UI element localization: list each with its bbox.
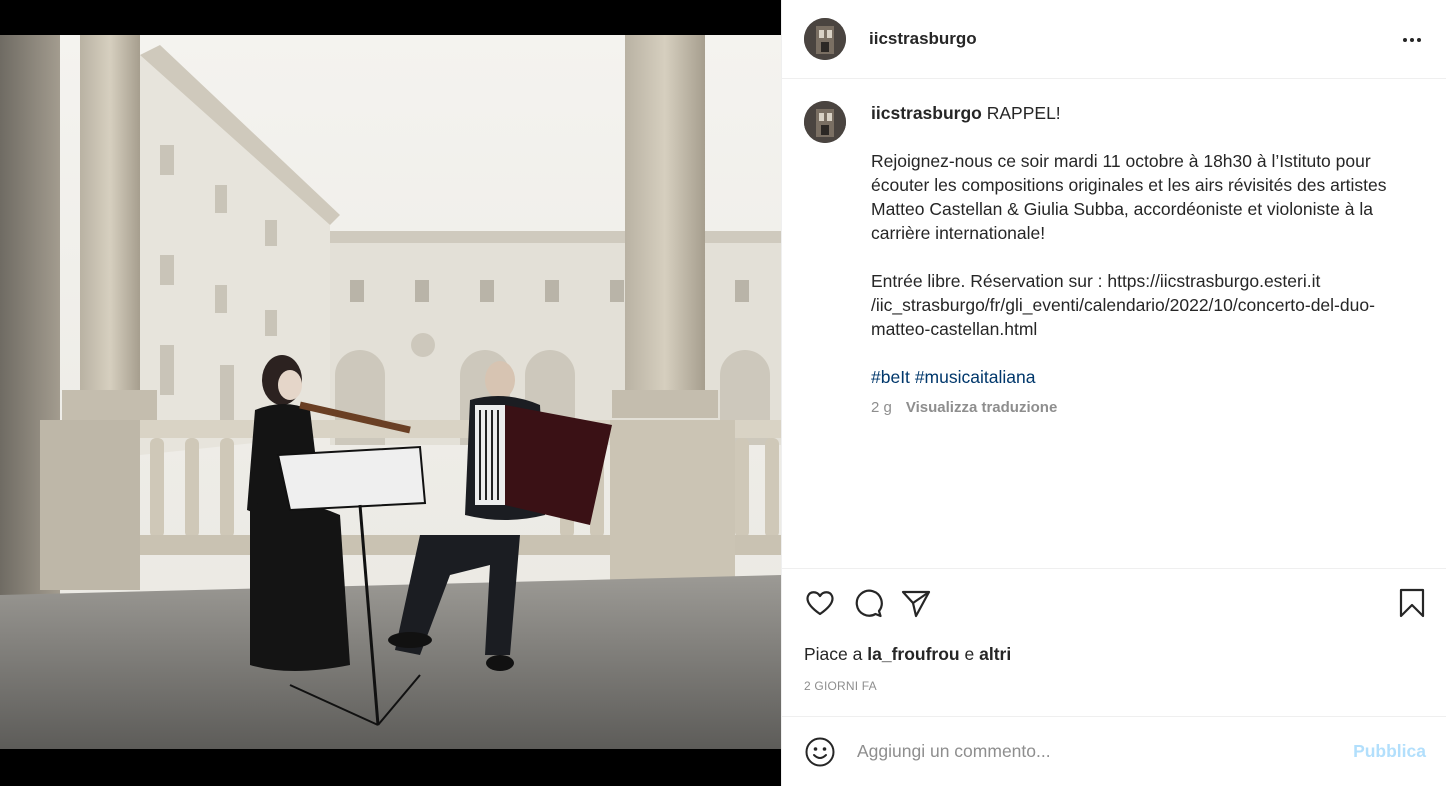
caption-paragraph-2: Entrée libre. Réservation sur : https://… bbox=[871, 271, 1375, 339]
publish-button[interactable]: Pubblica bbox=[1353, 741, 1426, 762]
post-details-panel: iicstrasburgo iicstrasburgo RAPPEL! Rejo… bbox=[781, 0, 1446, 786]
post-username[interactable]: iicstrasburgo bbox=[869, 29, 977, 49]
avatar[interactable] bbox=[804, 18, 846, 60]
caption-avatar[interactable] bbox=[804, 101, 846, 143]
likes-summary: Piace a la_froufrou e altri bbox=[804, 644, 1011, 665]
hashtags: #beIt #musicaitaliana bbox=[871, 365, 1411, 389]
more-options-icon[interactable] bbox=[1400, 28, 1424, 52]
post-header: iicstrasburgo bbox=[782, 0, 1446, 79]
concert-photo[interactable] bbox=[0, 35, 781, 749]
post-media bbox=[0, 0, 781, 786]
bookmark-icon[interactable] bbox=[1396, 587, 1428, 619]
caption-headline: RAPPEL! bbox=[986, 103, 1061, 123]
caption-body: iicstrasburgo RAPPEL! Rejoignez-nous ce … bbox=[871, 101, 1411, 420]
comment-icon[interactable] bbox=[852, 587, 884, 619]
emoji-icon[interactable] bbox=[804, 736, 836, 768]
caption-age[interactable]: 2 g bbox=[871, 396, 892, 420]
hashtag-link[interactable]: #musicaitaliana bbox=[915, 367, 1036, 387]
hashtag-link[interactable]: #beIt bbox=[871, 367, 910, 387]
likes-joiner: e bbox=[964, 644, 975, 664]
paper-plane-icon[interactable] bbox=[900, 587, 932, 619]
caption-first-line: iicstrasburgo RAPPEL! bbox=[871, 101, 1411, 125]
post-actions: Piace a la_froufrou e altri 2 GIORNI FA bbox=[782, 568, 1446, 716]
likes-prefix: Piace a bbox=[804, 644, 863, 664]
heart-icon[interactable] bbox=[804, 587, 836, 619]
translate-button[interactable]: Visualizza traduzione bbox=[906, 396, 1057, 420]
caption-section: iicstrasburgo RAPPEL! Rejoignez-nous ce … bbox=[782, 80, 1446, 568]
more-dot bbox=[1410, 38, 1414, 42]
comment-input[interactable] bbox=[857, 741, 1354, 762]
more-dot bbox=[1417, 38, 1421, 42]
caption-username[interactable]: iicstrasburgo bbox=[871, 103, 982, 123]
caption-row: iicstrasburgo RAPPEL! Rejoignez-nous ce … bbox=[804, 101, 1424, 420]
caption-paragraph-1: Rejoignez-nous ce soir mardi 11 octobre … bbox=[871, 151, 1387, 243]
action-icons bbox=[804, 587, 932, 619]
more-dot bbox=[1403, 38, 1407, 42]
caption-meta: 2 g Visualizza traduzione bbox=[871, 396, 1411, 420]
comment-bar: Pubblica bbox=[782, 716, 1446, 786]
instagram-post-view: iicstrasburgo iicstrasburgo RAPPEL! Rejo… bbox=[0, 0, 1446, 786]
likes-user-link[interactable]: la_froufrou bbox=[867, 644, 959, 664]
post-timestamp[interactable]: 2 GIORNI FA bbox=[804, 679, 877, 693]
likes-others-link[interactable]: altri bbox=[979, 644, 1011, 664]
